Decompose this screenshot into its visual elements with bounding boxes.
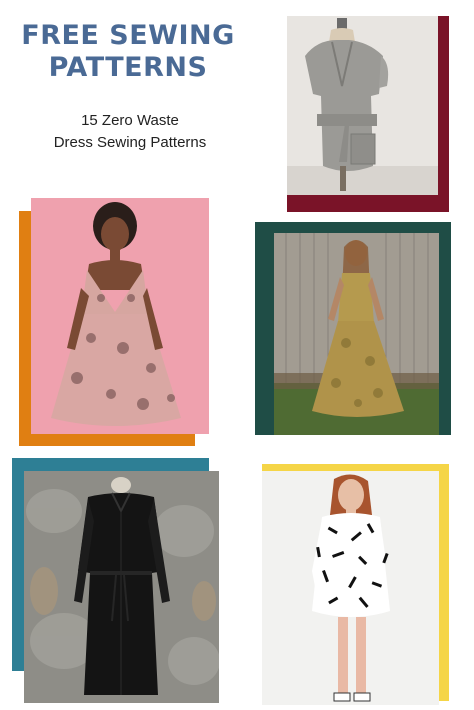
grey-wrap-dress-image	[287, 16, 438, 195]
page-title: FREE SEWING PATTERNS	[8, 20, 248, 84]
photo-black-shirt-dress[interactable]	[24, 471, 219, 703]
title-line-1: FREE SEWING	[21, 20, 235, 51]
photo-printed-tunic-dress[interactable]	[262, 471, 439, 705]
subtitle-line-2: Dress Sewing Patterns	[53, 134, 207, 151]
olive-floral-dress-image	[274, 233, 439, 435]
photo-grey-wrap-dress[interactable]	[287, 16, 438, 195]
photo-olive-floral-dress[interactable]	[274, 233, 439, 435]
subtitle-line-1: 15 Zero Waste	[81, 112, 179, 129]
pink-floral-dress-image	[31, 198, 209, 434]
printed-tunic-dress-image	[262, 471, 439, 705]
black-shirt-dress-image	[24, 471, 219, 703]
subtitle: 15 Zero Waste Dress Sewing Patterns	[10, 110, 250, 154]
photo-pink-floral-dress[interactable]	[31, 198, 209, 434]
title-line-2: PATTERNS	[48, 52, 208, 83]
